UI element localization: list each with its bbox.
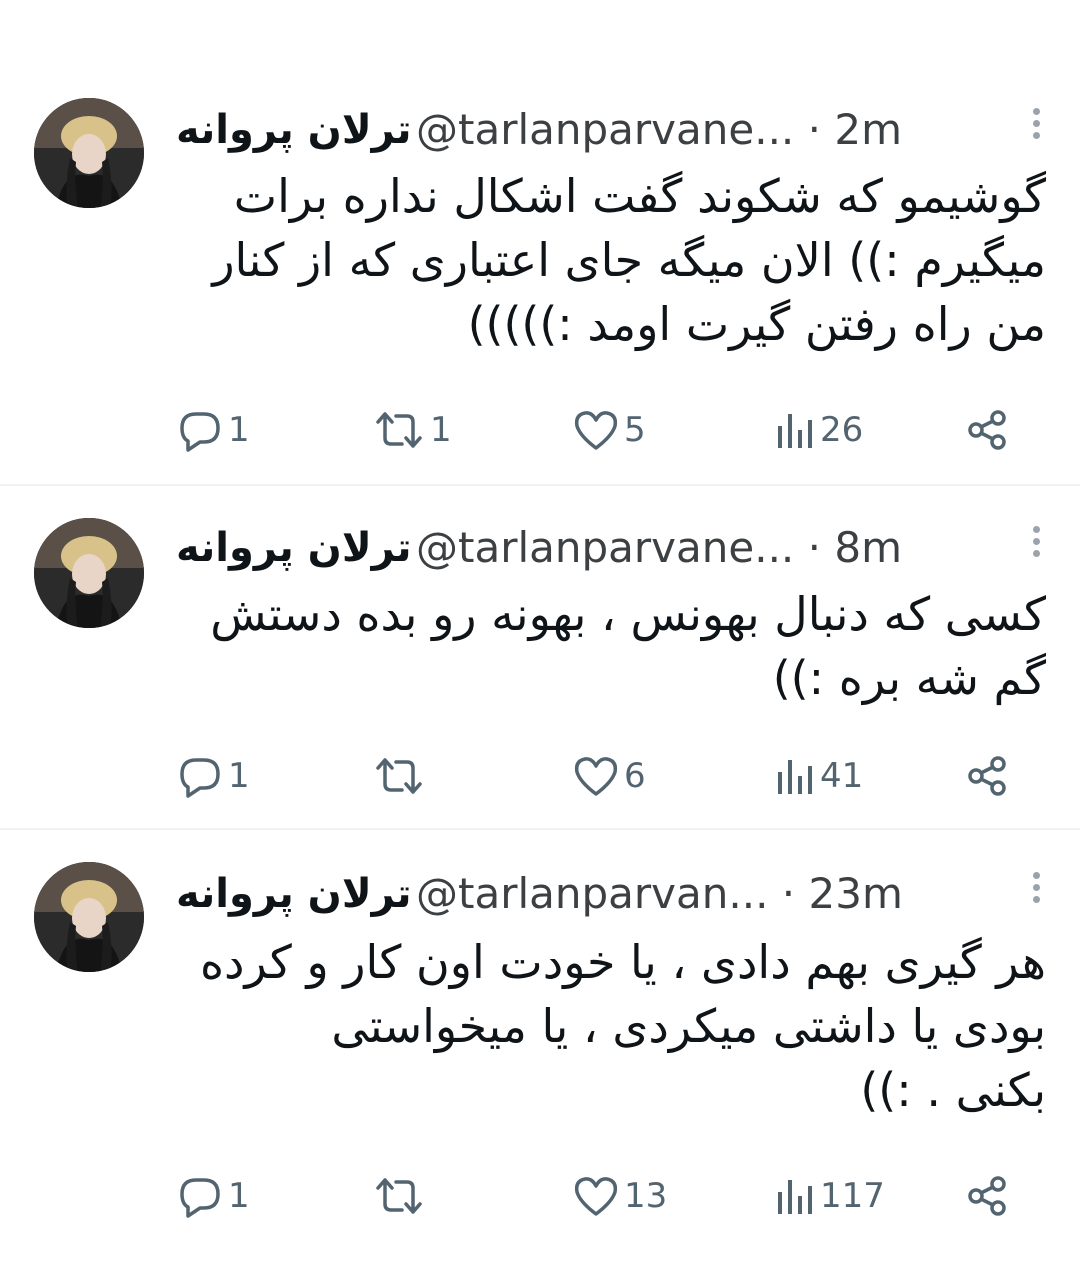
views-button[interactable]: 26 — [774, 405, 863, 455]
retweet-icon — [376, 1178, 422, 1214]
tweet-actions: 1 1 5 26 — [176, 405, 1016, 455]
share-button[interactable] — [966, 751, 1010, 801]
reply-button[interactable]: 1 — [176, 405, 250, 455]
timestamp: · 23m — [781, 869, 903, 918]
views-icon — [778, 1180, 812, 1214]
tweet-text-line: من راه رفتن گیرت اومد :))))) — [467, 297, 1046, 351]
avatar[interactable] — [34, 518, 144, 628]
retweet-icon — [376, 758, 422, 794]
handle-and-time[interactable]: @tarlanparvane... · 8m — [416, 518, 902, 578]
retweet-button[interactable] — [372, 1171, 430, 1221]
display-name[interactable]: ترلان پروانه — [176, 864, 412, 924]
heart-icon — [574, 411, 618, 450]
reply-count: 1 — [228, 410, 250, 450]
timestamp: · 2m — [807, 105, 902, 154]
views-button[interactable]: 41 — [774, 751, 863, 801]
tweet[interactable]: ترلان پروانه @tarlanparvane... · 2m گوشی… — [0, 0, 1080, 486]
avatar[interactable] — [34, 98, 144, 208]
tweet-header: ترلان پروانه @tarlanparvane... · 8m — [176, 514, 986, 584]
retweet-button[interactable] — [372, 751, 430, 801]
tweet-text-line: بکنی . :)) — [860, 1063, 1046, 1117]
heart-icon — [574, 1177, 618, 1216]
heart-icon — [574, 757, 618, 796]
tweet-text-line: گوشیمو که شکوند گفت اشکال نداره برات — [233, 169, 1046, 223]
display-name[interactable]: ترلان پروانه — [176, 100, 412, 160]
tweet-actions: 1 13 117 — [176, 1171, 1016, 1221]
tweet-header: ترلان پروانه @tarlanparvan... · 23m — [176, 860, 986, 930]
avatar[interactable] — [34, 862, 144, 972]
user-handle: @tarlanparvane... — [416, 105, 795, 154]
tweet-text: گوشیمو که شکوند گفت اشکال نداره برات میگ… — [176, 164, 1046, 356]
reply-button[interactable]: 1 — [176, 1171, 250, 1221]
share-icon — [968, 1176, 1006, 1216]
tweet-text-line: بودی یا داشتی میکردی ، یا میخواستی — [331, 999, 1046, 1053]
tweet-text-line: کسی که دنبال بهونس ، بهونه رو بده دستش — [210, 587, 1046, 641]
more-vertical-icon[interactable] — [1026, 108, 1046, 148]
tweet-text-line: هر گیری بهم دادی ، یا خودت اون کار و کرد… — [199, 935, 1046, 989]
reply-icon — [180, 412, 220, 452]
view-count: 26 — [820, 410, 864, 450]
reply-icon — [180, 758, 220, 798]
tweet-text: کسی که دنبال بهونس ، بهونه رو بده دستش گ… — [176, 582, 1046, 710]
share-icon — [968, 756, 1006, 796]
share-button[interactable] — [966, 405, 1010, 455]
timestamp: · 8m — [807, 523, 902, 572]
tweet-text-line: گم شه بره :)) — [772, 651, 1046, 705]
user-handle: @tarlanparvan... — [416, 869, 769, 918]
tweet-actions: 1 6 41 — [176, 751, 1016, 801]
views-button[interactable]: 117 — [774, 1171, 885, 1221]
handle-and-time[interactable]: @tarlanparvane... · 2m — [416, 100, 902, 160]
tweet-text-line: میگیرم :)) الان میگه جای اعتباری که از ک… — [212, 233, 1046, 287]
reply-count: 1 — [228, 756, 250, 796]
share-button[interactable] — [966, 1171, 1010, 1221]
reply-icon — [180, 1178, 220, 1218]
more-vertical-icon[interactable] — [1026, 872, 1046, 912]
more-vertical-icon[interactable] — [1026, 526, 1046, 566]
user-handle: @tarlanparvane... — [416, 523, 795, 572]
view-count: 41 — [820, 756, 864, 796]
retweet-icon — [376, 412, 422, 448]
tweet[interactable]: ترلان پروانه @tarlanparvane... · 8m کسی … — [0, 488, 1080, 830]
display-name[interactable]: ترلان پروانه — [176, 518, 412, 578]
like-count: 6 — [624, 756, 646, 796]
like-button[interactable]: 5 — [572, 405, 646, 455]
like-button[interactable]: 13 — [572, 1171, 667, 1221]
tweet[interactable]: ترلان پروانه @tarlanparvan... · 23m هر گ… — [0, 832, 1080, 1252]
views-icon — [778, 414, 812, 448]
retweet-button[interactable]: 1 — [372, 405, 452, 455]
share-icon — [968, 410, 1006, 450]
tweet-text: هر گیری بهم دادی ، یا خودت اون کار و کرد… — [176, 930, 1046, 1122]
reply-button[interactable]: 1 — [176, 751, 250, 801]
views-icon — [778, 760, 812, 794]
like-count: 13 — [624, 1176, 668, 1216]
view-count: 117 — [820, 1176, 885, 1216]
like-count: 5 — [624, 410, 646, 450]
retweet-count: 1 — [430, 410, 452, 450]
tweet-header: ترلان پروانه @tarlanparvane... · 2m — [176, 96, 986, 166]
reply-count: 1 — [228, 1176, 250, 1216]
like-button[interactable]: 6 — [572, 751, 646, 801]
handle-and-time[interactable]: @tarlanparvan... · 23m — [416, 864, 903, 924]
